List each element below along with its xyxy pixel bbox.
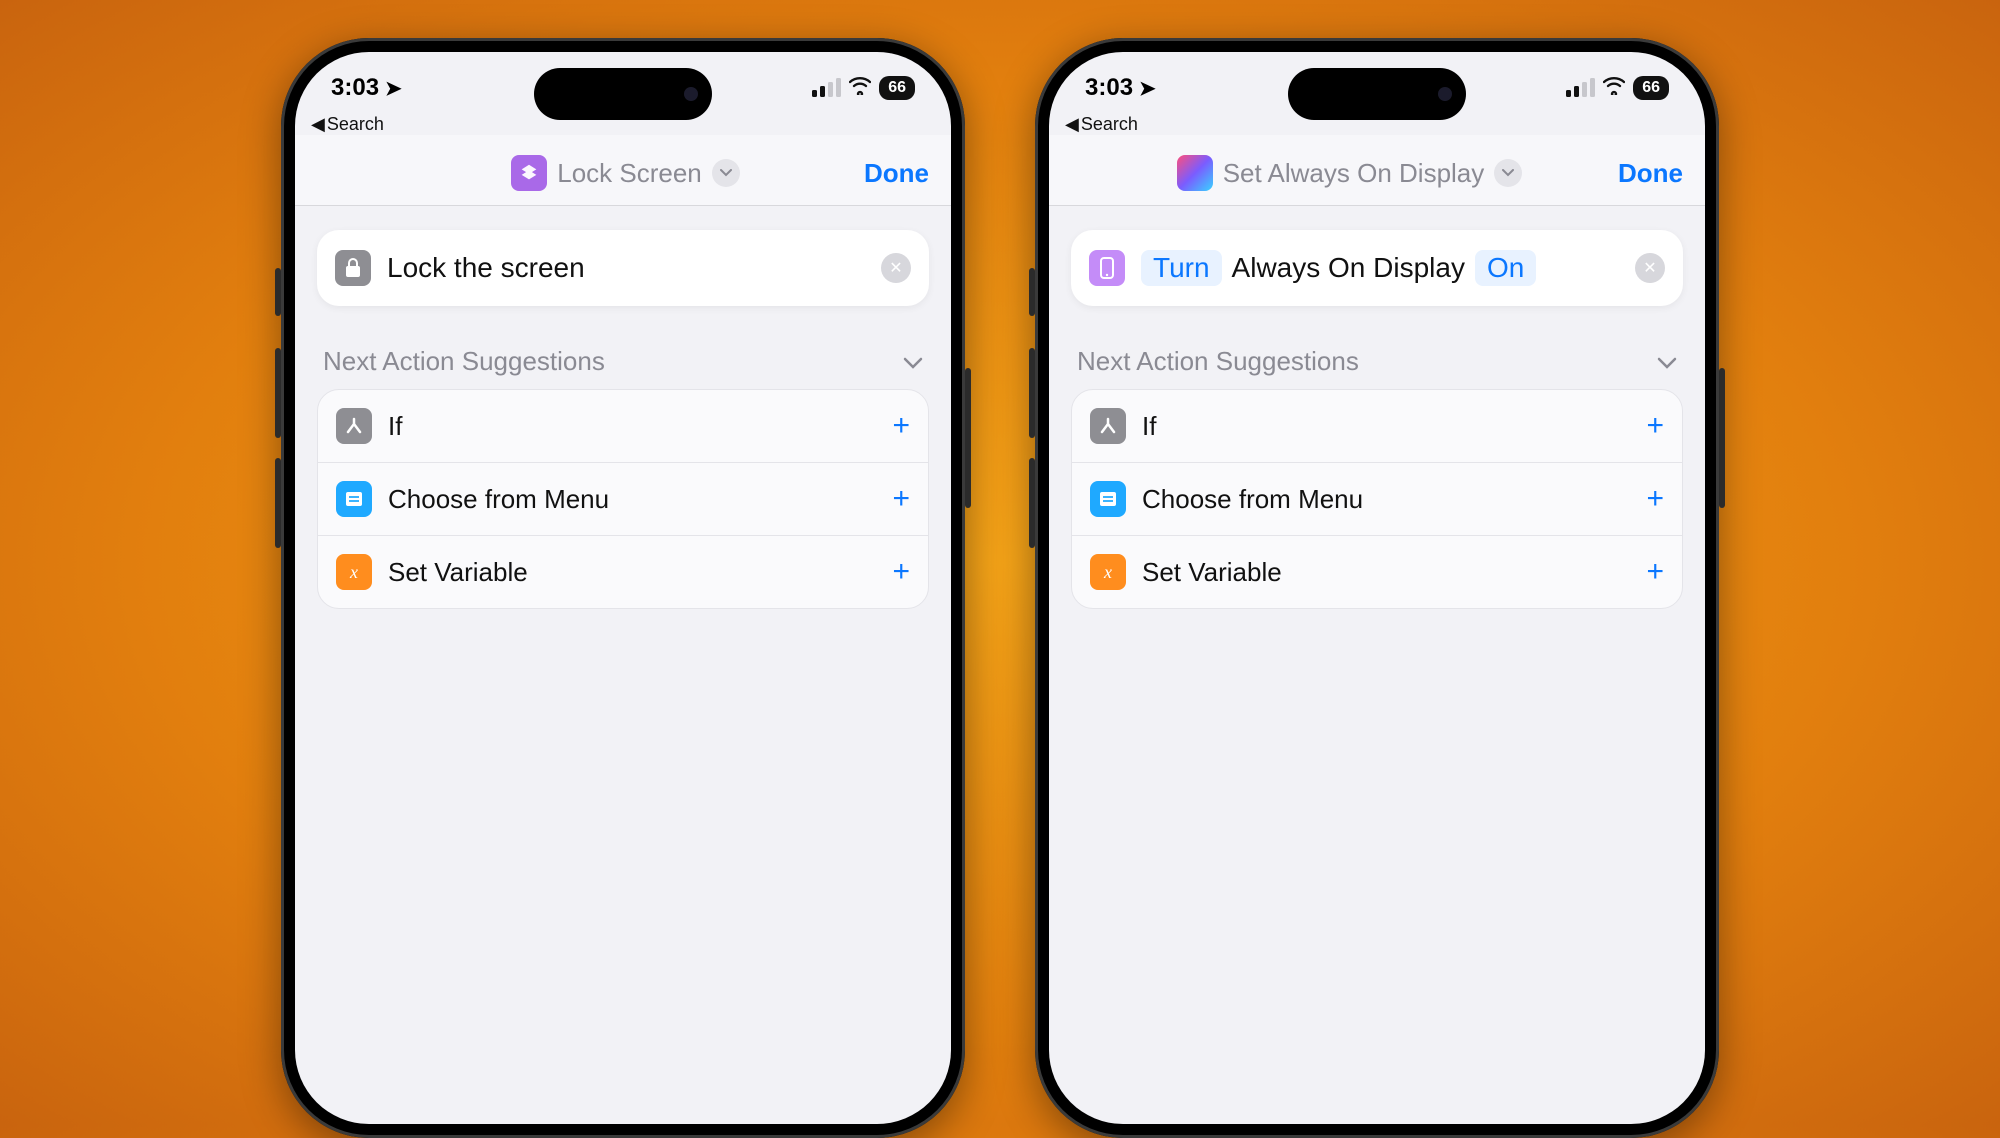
action-card[interactable]: Lock the screen ✕ bbox=[317, 230, 929, 306]
back-to-search[interactable]: ◀ Search bbox=[1065, 114, 1138, 135]
editor-body: Lock the screen ✕ Next Action Suggestion… bbox=[295, 206, 951, 633]
action-card[interactable]: Turn Always On Display On ✕ bbox=[1071, 230, 1683, 306]
shortcut-title[interactable]: Lock Screen bbox=[557, 158, 702, 189]
suggestion-label: Set Variable bbox=[388, 557, 876, 588]
battery-badge: 66 bbox=[1633, 76, 1669, 100]
action-plain-text: Always On Display bbox=[1232, 252, 1465, 284]
branch-icon bbox=[336, 408, 372, 444]
volume-up[interactable] bbox=[1029, 348, 1035, 438]
remove-action-button[interactable]: ✕ bbox=[881, 253, 911, 283]
suggestions-header[interactable]: Next Action Suggestions bbox=[317, 346, 929, 389]
action-text: Lock the screen bbox=[387, 252, 865, 284]
suggestion-if[interactable]: If + bbox=[318, 390, 928, 463]
power-button[interactable] bbox=[1719, 368, 1725, 508]
dynamic-island bbox=[1288, 68, 1466, 120]
lock-icon bbox=[335, 250, 371, 286]
variable-icon: x bbox=[336, 554, 372, 590]
suggestion-label: Set Variable bbox=[1142, 557, 1630, 588]
suggestion-choose-menu[interactable]: Choose from Menu + bbox=[318, 463, 928, 536]
phone-right: 3:03 ➤ 66 ◀ Search bbox=[1035, 38, 1719, 1138]
suggestions-header[interactable]: Next Action Suggestions bbox=[1071, 346, 1683, 389]
chevron-down-icon bbox=[903, 349, 923, 375]
add-icon[interactable]: + bbox=[1646, 482, 1664, 516]
back-label: Search bbox=[1081, 114, 1138, 135]
shortcut-app-icon bbox=[1177, 155, 1213, 191]
volume-up[interactable] bbox=[275, 348, 281, 438]
suggestions-title: Next Action Suggestions bbox=[1077, 346, 1359, 377]
phone-left: 3:03 ➤ 66 ◀ Search bbox=[281, 38, 965, 1138]
add-icon[interactable]: + bbox=[892, 409, 910, 443]
title-menu-button[interactable] bbox=[1494, 159, 1522, 187]
suggestion-list: If + Choose from Menu + x Set Variable + bbox=[317, 389, 929, 609]
shortcut-app-icon bbox=[511, 155, 547, 191]
menu-icon bbox=[1090, 481, 1126, 517]
clock: 3:03 bbox=[1085, 74, 1133, 102]
mute-switch[interactable] bbox=[1029, 268, 1035, 316]
menu-icon bbox=[336, 481, 372, 517]
add-icon[interactable]: + bbox=[892, 482, 910, 516]
nav-bar: Lock Screen Done bbox=[295, 135, 951, 206]
nav-bar: Set Always On Display Done bbox=[1049, 135, 1705, 206]
back-chevron-icon: ◀ bbox=[311, 114, 325, 135]
suggestions-title: Next Action Suggestions bbox=[323, 346, 605, 377]
branch-icon bbox=[1090, 408, 1126, 444]
volume-down[interactable] bbox=[1029, 458, 1035, 548]
chevron-down-icon bbox=[1657, 349, 1677, 375]
turn-pill[interactable]: Turn bbox=[1141, 250, 1222, 286]
cellular-icon bbox=[812, 79, 841, 97]
remove-action-button[interactable]: ✕ bbox=[1635, 253, 1665, 283]
mute-switch[interactable] bbox=[275, 268, 281, 316]
clock: 3:03 bbox=[331, 74, 379, 102]
wifi-icon bbox=[1603, 77, 1625, 100]
add-icon[interactable]: + bbox=[1646, 555, 1664, 589]
suggestion-choose-menu[interactable]: Choose from Menu + bbox=[1072, 463, 1682, 536]
suggestion-set-variable[interactable]: x Set Variable + bbox=[318, 536, 928, 608]
suggestion-label: If bbox=[388, 411, 876, 442]
back-label: Search bbox=[327, 114, 384, 135]
suggestion-set-variable[interactable]: x Set Variable + bbox=[1072, 536, 1682, 608]
done-button[interactable]: Done bbox=[864, 158, 929, 189]
location-icon: ➤ bbox=[385, 76, 402, 101]
back-to-search[interactable]: ◀ Search bbox=[311, 114, 384, 135]
on-pill[interactable]: On bbox=[1475, 250, 1536, 286]
wifi-icon bbox=[849, 77, 871, 100]
editor-body: Turn Always On Display On ✕ Next Action … bbox=[1049, 206, 1705, 633]
volume-down[interactable] bbox=[275, 458, 281, 548]
back-chevron-icon: ◀ bbox=[1065, 114, 1079, 135]
add-icon[interactable]: + bbox=[892, 555, 910, 589]
cellular-icon bbox=[1566, 79, 1595, 97]
screen: 3:03 ➤ 66 ◀ Search bbox=[1049, 52, 1705, 1124]
variable-icon: x bbox=[1090, 554, 1126, 590]
power-button[interactable] bbox=[965, 368, 971, 508]
battery-badge: 66 bbox=[879, 76, 915, 100]
stage: 3:03 ➤ 66 ◀ Search bbox=[0, 0, 2000, 1138]
suggestion-label: If bbox=[1142, 411, 1630, 442]
suggestion-label: Choose from Menu bbox=[388, 484, 876, 515]
suggestion-if[interactable]: If + bbox=[1072, 390, 1682, 463]
title-menu-button[interactable] bbox=[712, 159, 740, 187]
screen: 3:03 ➤ 66 ◀ Search bbox=[295, 52, 951, 1124]
phone-icon bbox=[1089, 250, 1125, 286]
shortcut-title[interactable]: Set Always On Display bbox=[1223, 158, 1485, 189]
location-icon: ➤ bbox=[1139, 76, 1156, 101]
done-button[interactable]: Done bbox=[1618, 158, 1683, 189]
add-icon[interactable]: + bbox=[1646, 409, 1664, 443]
dynamic-island bbox=[534, 68, 712, 120]
suggestion-list: If + Choose from Menu + x Set Variable + bbox=[1071, 389, 1683, 609]
suggestion-label: Choose from Menu bbox=[1142, 484, 1630, 515]
action-text: Turn Always On Display On bbox=[1141, 250, 1619, 286]
